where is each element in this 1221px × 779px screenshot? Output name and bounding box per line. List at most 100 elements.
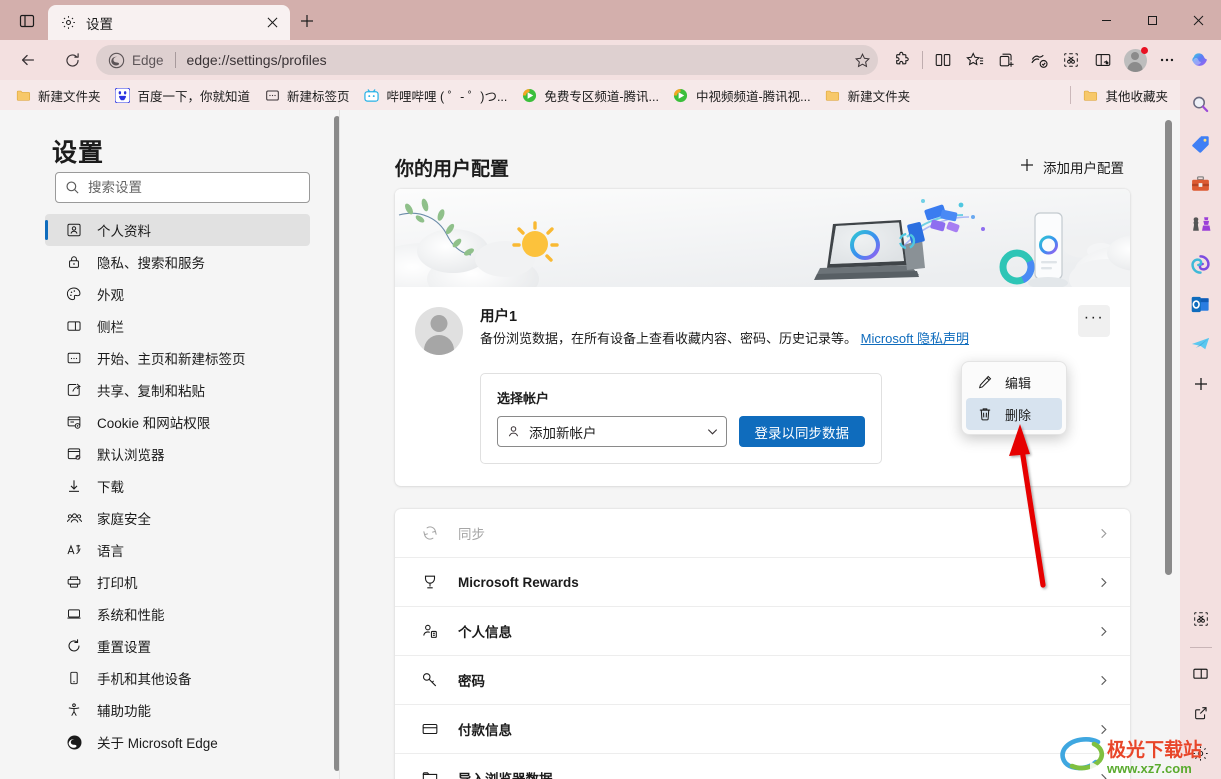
sidebar-item-appearance[interactable]: 外观 — [45, 278, 310, 310]
sidebar-item-label: 隐私、搜索和服务 — [97, 256, 205, 271]
extensions-icon[interactable] — [886, 44, 918, 76]
newtab-icon — [264, 87, 280, 103]
back-icon[interactable] — [12, 44, 44, 76]
bookmark-label: 中视频频道-腾讯视... — [695, 89, 811, 104]
sidebar-icon — [63, 316, 85, 336]
sidebar-item-label: 系统和性能 — [97, 608, 165, 623]
profile-avatar[interactable] — [1119, 44, 1151, 76]
sidebar-item-cookies[interactable]: Cookie 和网站权限 — [45, 406, 310, 438]
tools-icon[interactable] — [1185, 168, 1217, 200]
reload-icon[interactable] — [56, 44, 88, 76]
chevron-right-icon — [1092, 723, 1114, 736]
edge-icon — [108, 52, 125, 68]
bookmark-label: 新建文件夹 — [38, 89, 101, 104]
sidebar-item-profiles[interactable]: 个人资料 — [45, 214, 310, 246]
split-screen-icon[interactable] — [927, 44, 959, 76]
palette-icon — [63, 284, 85, 304]
bookmark-item[interactable]: 新建文件夹 — [8, 84, 108, 107]
sidebar-item-default-browser[interactable]: 默认浏览器 — [45, 438, 310, 470]
sidebar-item-phone-devices[interactable]: 手机和其他设备 — [45, 662, 310, 694]
split-screen-icon[interactable] — [1185, 657, 1217, 689]
share-icon — [63, 380, 85, 400]
settings-row-payment-info[interactable]: 付款信息 — [395, 705, 1130, 754]
new-tab-icon[interactable] — [293, 8, 321, 34]
bookmark-label: 哔哩哔哩 ( ゜- ゜)つ... — [386, 89, 508, 104]
shopping-tag-icon[interactable] — [1185, 128, 1217, 160]
context-menu-item-label: 编辑 — [1005, 375, 1032, 391]
minimize-button[interactable] — [1083, 0, 1129, 40]
other-favorites-label: 其他收藏夹 — [1105, 89, 1168, 104]
collections-icon[interactable] — [991, 44, 1023, 76]
add-profile-button[interactable]: 添加用户配置 — [1012, 152, 1132, 182]
address-bar[interactable]: Edge edge://settings/profiles — [96, 45, 878, 75]
context-menu-item-edit[interactable]: 编辑 — [966, 366, 1062, 398]
sidebar-item-languages[interactable]: 语言 — [45, 534, 310, 566]
settings-row-personal-info[interactable]: 个人信息 — [395, 607, 1130, 656]
outlook-icon[interactable] — [1185, 288, 1217, 320]
baidu-icon — [115, 87, 131, 103]
sidebar-item-system[interactable]: 系统和性能 — [45, 598, 310, 630]
browser-essentials-icon[interactable] — [1087, 44, 1119, 76]
folder-icon — [15, 87, 31, 103]
tab-actions-icon[interactable] — [13, 8, 41, 33]
bookmark-item[interactable]: 新建文件夹 — [818, 84, 918, 107]
open-external-icon[interactable] — [1185, 697, 1217, 729]
favorites-icon[interactable] — [959, 44, 991, 76]
system-icon — [63, 604, 85, 624]
close-icon[interactable] — [260, 11, 284, 35]
plus-icon — [1020, 158, 1034, 177]
add-icon[interactable] — [1185, 368, 1217, 400]
copilot-icon[interactable] — [1183, 44, 1215, 76]
telegram-icon[interactable] — [1185, 328, 1217, 360]
more-settings-icon[interactable] — [1151, 44, 1183, 76]
sidebar-item-about[interactable]: 关于 Microsoft Edge — [45, 726, 310, 758]
content-heading: 你的用户配置 — [395, 159, 510, 180]
bookmark-label: 百度一下，你就知道 — [137, 89, 251, 104]
close-window-button[interactable] — [1175, 0, 1221, 40]
bookmark-item[interactable]: 中视频频道-腾讯视... — [666, 84, 818, 107]
sidebar-item-downloads[interactable]: 下载 — [45, 470, 310, 502]
settings-row-passwords[interactable]: 密码 — [395, 656, 1130, 705]
sidebar-item-printers[interactable]: 打印机 — [45, 566, 310, 598]
sidebar-item-sidebar[interactable]: 侧栏 — [45, 310, 310, 342]
signin-sync-button[interactable]: 登录以同步数据 — [738, 416, 865, 447]
sidebar-item-reset[interactable]: 重置设置 — [45, 630, 310, 662]
sidebar-item-privacy[interactable]: 隐私、搜索和服务 — [45, 246, 310, 278]
bookmark-item[interactable]: 哔哩哔哩 ( ゜- ゜)つ... — [357, 84, 515, 107]
privacy-statement-link[interactable]: Microsoft 隐私声明 — [861, 331, 969, 346]
account-select-value: 添加新帐户 — [529, 425, 597, 441]
sidebar-item-startup[interactable]: 开始、主页和新建标签页 — [45, 342, 310, 374]
profile-context-menu: 编辑 删除 — [961, 361, 1067, 435]
search-settings-box[interactable] — [55, 172, 310, 203]
content-scrollbar[interactable] — [1165, 120, 1172, 575]
sidebar-item-share[interactable]: 共享、复制和粘贴 — [45, 374, 310, 406]
settings-row-rewards[interactable]: Microsoft Rewards — [395, 558, 1130, 607]
profile-more-button[interactable]: ··· — [1078, 305, 1110, 337]
settings-row-sync[interactable]: 同步 — [395, 509, 1130, 558]
sidebar-item-family-safety[interactable]: 家庭安全 — [45, 502, 310, 534]
window-controls — [1083, 0, 1221, 40]
settings-row-import-data[interactable]: 导入浏览器数据 — [395, 754, 1130, 779]
search-icon[interactable] — [1185, 88, 1217, 120]
bookmark-item[interactable]: 新建标签页 — [257, 84, 357, 107]
games-icon[interactable] — [1185, 208, 1217, 240]
other-favorites-button[interactable]: 其他收藏夹 — [1075, 84, 1175, 107]
bookmark-item[interactable]: 百度一下，你就知道 — [108, 84, 258, 107]
bookmark-label: 新建文件夹 — [847, 89, 911, 104]
sidebar-item-label: 语言 — [97, 544, 124, 559]
default-browser-icon — [63, 444, 85, 464]
browser-tab[interactable]: 设置 — [48, 5, 290, 40]
maximize-button[interactable] — [1129, 0, 1175, 40]
search-input[interactable] — [88, 180, 309, 195]
notification-badge — [1141, 47, 1148, 54]
sidebar-item-accessibility[interactable]: 辅助功能 — [45, 694, 310, 726]
favorites-add-icon[interactable] — [848, 46, 876, 74]
screenshot-icon[interactable] — [1055, 44, 1087, 76]
bookmark-item[interactable]: 免费专区频道-腾讯... — [514, 84, 666, 107]
drop-icon[interactable] — [1023, 44, 1055, 76]
office-icon[interactable] — [1185, 248, 1217, 280]
sidebar-settings-icon[interactable] — [1185, 737, 1217, 769]
screenshot-icon[interactable] — [1185, 603, 1217, 635]
context-menu-item-delete[interactable]: 删除 — [966, 398, 1062, 430]
account-select[interactable]: 添加新帐户 — [497, 416, 727, 447]
